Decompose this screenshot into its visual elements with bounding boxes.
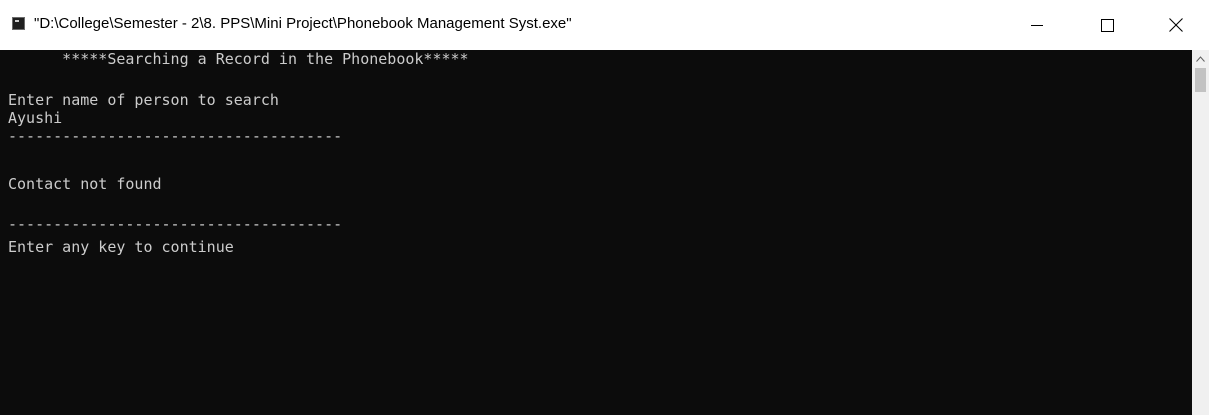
scrollbar-thumb[interactable]: [1195, 68, 1206, 92]
console-line-prompt: Enter name of person to search: [8, 91, 279, 109]
scroll-up-button[interactable]: [1192, 50, 1209, 67]
maximize-icon: [1100, 18, 1114, 32]
minimize-icon: [1031, 25, 1043, 26]
minimize-button[interactable]: [1014, 0, 1060, 50]
chevron-up-icon: [1196, 55, 1205, 62]
console-output[interactable]: *****Searching a Record in the Phonebook…: [0, 50, 1192, 415]
vertical-scrollbar[interactable]: [1192, 50, 1209, 415]
console-line-separator: -------------------------------------: [8, 127, 343, 145]
close-icon: [1169, 18, 1183, 32]
title-bar[interactable]: "D:\College\Semester - 2\8. PPS\Mini Pro…: [0, 0, 1209, 50]
maximize-button[interactable]: [1084, 0, 1130, 50]
console-window: "D:\College\Semester - 2\8. PPS\Mini Pro…: [0, 0, 1209, 415]
console-line-continue: Enter any key to continue: [8, 238, 234, 256]
window-title: "D:\College\Semester - 2\8. PPS\Mini Pro…: [34, 15, 572, 32]
console-app-icon[interactable]: [12, 17, 25, 30]
close-button[interactable]: [1153, 0, 1199, 50]
console-line-input: Ayushi: [8, 109, 63, 127]
console-line-header: *****Searching a Record in the Phonebook…: [8, 50, 469, 68]
console-line-separator: -------------------------------------: [8, 215, 343, 233]
console-line-result: Contact not found: [8, 175, 162, 193]
